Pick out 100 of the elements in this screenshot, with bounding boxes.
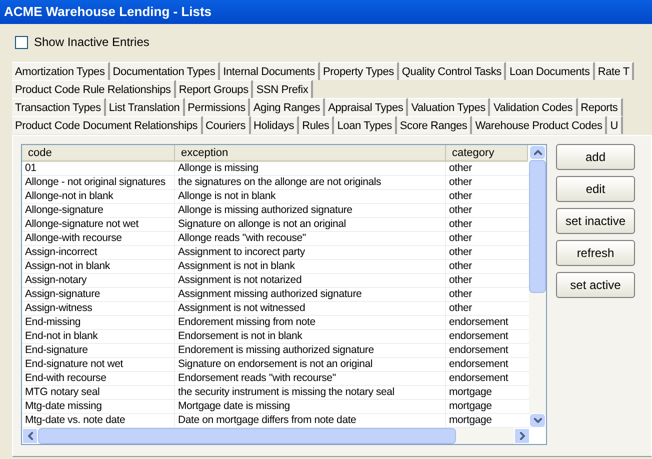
tab[interactable]: Report Groups (176, 80, 254, 98)
table-cell: Endorement missing from note (175, 316, 446, 329)
tab[interactable]: Appraisal Types (325, 98, 408, 116)
table-cell: the signatures on the allonge are not originals (175, 176, 446, 189)
tab[interactable]: Internal Documents (220, 62, 320, 80)
action-button[interactable]: refresh (556, 240, 635, 266)
tab[interactable]: Amortization Types (12, 62, 110, 80)
tab[interactable]: Transaction Types (12, 98, 106, 116)
tab[interactable]: List Translation (106, 98, 185, 116)
table-cell: Assignment is not witnessed (175, 302, 446, 315)
action-button[interactable]: add (556, 144, 635, 170)
table-cell-text: endorsement (448, 344, 510, 357)
table-cell: Endorement is missing authorized signature (175, 344, 446, 357)
tab[interactable]: Permissions (184, 98, 250, 116)
table-cell: Mtg-date missing (22, 400, 175, 413)
table-cell: Assign-not in blank (22, 260, 175, 273)
table-cell-text: endorsement (448, 330, 510, 343)
scroll-thumb[interactable] (529, 160, 546, 293)
table-cell: Allonge is not in blank (175, 190, 446, 203)
tab[interactable]: Rate T (594, 62, 634, 80)
table-cell: Signature on endorsement is not an original (175, 358, 446, 371)
table-cell: Allonge is missing (175, 162, 446, 175)
tab[interactable]: Rules (299, 116, 334, 134)
table-cell: Allonge-with recourse (22, 232, 175, 245)
table-cell: Assignment missing authorized signature (175, 288, 446, 301)
table-cell: Assignment is not notarized (175, 274, 446, 287)
table-cell: End-missing (22, 316, 175, 329)
action-button[interactable]: set active (556, 272, 635, 298)
table-cell-text: other (448, 246, 473, 259)
scroll-up-icon[interactable] (529, 145, 546, 160)
tab[interactable]: Documentation Types (110, 62, 220, 80)
scroll-down-icon[interactable] (529, 412, 546, 428)
vertical-scrollbar[interactable] (529, 145, 546, 428)
table-cell-text: other (448, 274, 473, 287)
table-cell: 01 (22, 162, 175, 175)
tab[interactable]: Product Code Rule Relationships (12, 80, 176, 98)
column-header[interactable]: exception (175, 145, 446, 162)
tab[interactable]: Warehouse Product Codes (472, 116, 608, 134)
table-cell: Signature on allonge is not an original (175, 218, 446, 231)
scroll-left-icon[interactable] (22, 428, 38, 444)
scroll-right-icon[interactable] (514, 428, 530, 444)
window-title: ACME Warehouse Lending - Lists (4, 3, 212, 22)
table-cell: Allonge-not in blank (22, 190, 175, 203)
table-cell-text: endorsement (448, 316, 510, 329)
tab[interactable]: Aging Ranges (250, 98, 326, 116)
table-cell: Allonge is missing authorized signature (175, 204, 446, 217)
tab[interactable]: Score Ranges (396, 116, 472, 134)
table-cell-text: other (448, 162, 473, 175)
table-cell-text: other (448, 204, 473, 217)
table-cell: Mtg-date vs. note date (22, 414, 175, 427)
table-cell: Allonge-signature not wet (22, 218, 175, 231)
table-cell: End-signature not wet (22, 358, 175, 371)
table-cell-text: endorsement (448, 358, 510, 371)
table-cell: End-with recourse (22, 372, 175, 385)
scroll-thumb[interactable] (38, 428, 456, 444)
tab[interactable]: Holidays (250, 116, 300, 134)
table-cell-text: mortgage (448, 414, 493, 427)
table-cell-text: other (448, 232, 473, 245)
tab[interactable]: Validation Codes (490, 98, 578, 116)
tab[interactable]: Loan Types (334, 116, 397, 134)
table-cell: Allonge-signature (22, 204, 175, 217)
horizontal-scrollbar[interactable] (22, 428, 530, 444)
table-cell-text: other (448, 302, 473, 315)
tab[interactable]: Product Code Document Relationships (12, 116, 203, 134)
table-cell: MTG notary seal (22, 386, 175, 399)
checkbox-label: Show Inactive Entries (34, 34, 150, 51)
table-cell-text: other (448, 176, 473, 189)
table-cell: Assignment is not in blank (175, 260, 446, 273)
table-cell: End-signature (22, 344, 175, 357)
table-cell: the security instrument is missing the notary seal (175, 386, 446, 399)
tab[interactable]: SSN Prefix (253, 80, 314, 98)
table-cell: Assign-witness (22, 302, 175, 315)
tab[interactable]: Couriers (202, 116, 251, 134)
table-cell-text: other (448, 288, 473, 301)
table-cell: Assign-notary (22, 274, 175, 287)
tab[interactable]: U (607, 116, 624, 134)
table-cell-text: other (448, 190, 473, 203)
tab[interactable]: Valuation Types (408, 98, 490, 116)
checkbox[interactable] (15, 36, 28, 48)
table-cell: Allonge - not original signatures (22, 176, 175, 189)
column-header[interactable]: category (446, 145, 528, 162)
table-cell-text: endorsement (448, 372, 510, 385)
table-cell-text: mortgage (448, 400, 493, 413)
column-header[interactable]: code (22, 145, 175, 162)
table-cell: Assign-incorrect (22, 246, 175, 259)
tab[interactable]: Quality Control Tasks (398, 62, 506, 80)
table-cell: Assign-signature (22, 288, 175, 301)
action-button[interactable]: edit (556, 176, 635, 202)
tab[interactable]: Property Types (320, 62, 399, 80)
tab[interactable]: Reports (578, 98, 623, 116)
table-cell-text: other (448, 218, 473, 231)
table-cell: Endorsement is not in blank (175, 330, 446, 343)
table-cell: Assignment to incorect party (175, 246, 446, 259)
table-cell-text: other (448, 260, 473, 273)
tab[interactable]: Loan Documents (506, 62, 595, 80)
table-cell: Endorsement reads "with recourse" (175, 372, 446, 385)
table-cell-text: mortgage (448, 386, 493, 399)
action-button[interactable]: set inactive (556, 208, 635, 234)
table-cell: End-not in blank (22, 330, 175, 343)
table-cell: Date on mortgage differs from note date (175, 414, 446, 427)
